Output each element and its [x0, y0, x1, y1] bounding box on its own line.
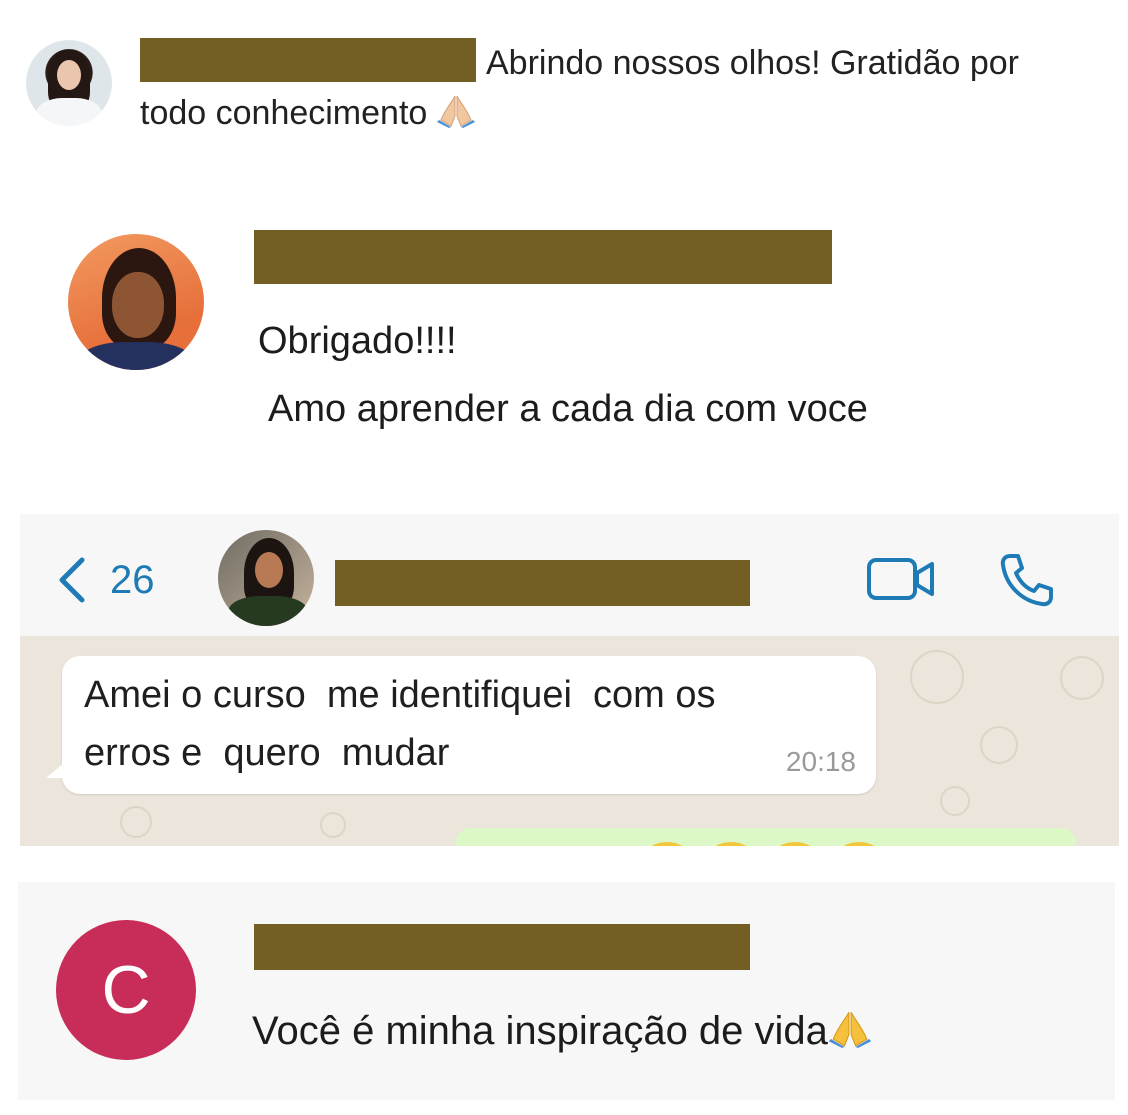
- chat-header: 26: [20, 514, 1119, 637]
- chat-area: Amei o curso me identifiquei com os erro…: [20, 636, 1119, 846]
- pray-icon: [436, 95, 475, 128]
- unread-count[interactable]: 26: [110, 554, 155, 606]
- avatar-face: [255, 552, 283, 588]
- pray-icon: [828, 1011, 872, 1048]
- message-bubble[interactable]: Amei o curso me identifiquei com os erro…: [62, 656, 876, 794]
- avatar-coat: [36, 98, 102, 126]
- avatar-shirt: [78, 342, 194, 370]
- wallpaper-doodle: [940, 786, 970, 816]
- avatar-face: [112, 272, 164, 338]
- wallpaper-doodle: [910, 650, 964, 704]
- outgoing-message-bubble[interactable]: [456, 828, 1076, 846]
- whatsapp-chat-screenshot: 26 Amei o curso me identifiquei com os e…: [20, 514, 1119, 846]
- phone-icon[interactable]: [996, 550, 1056, 610]
- redacted-username: [140, 38, 476, 82]
- wallpaper-doodle: [1060, 656, 1104, 700]
- redacted-contact-name[interactable]: [335, 560, 750, 606]
- avatar[interactable]: [68, 234, 204, 370]
- comment-line-1: Obrigado!!!!: [258, 320, 457, 362]
- redacted-username: [254, 230, 832, 284]
- message-text: Amei o curso me identifiquei com os erro…: [84, 674, 716, 774]
- back-chevron-icon[interactable]: [52, 554, 94, 606]
- comment-line-2: Amo aprender a cada dia com voce: [268, 388, 868, 430]
- avatar-face: [57, 60, 81, 90]
- redacted-username: [254, 924, 750, 970]
- comment-text-content: Você é minha inspiração de vida: [252, 1009, 828, 1053]
- comment-text: Abrindo nossos olhos! Gratidão por todo …: [140, 38, 1115, 138]
- message-bubble-tail: [46, 756, 72, 778]
- letter-avatar[interactable]: C: [56, 920, 196, 1060]
- wallpaper-doodle: [980, 726, 1018, 764]
- video-call-icon[interactable]: [866, 556, 936, 602]
- avatar-body: [228, 596, 308, 626]
- comment-text-part1: Abrindo nossos olhos! Gratidão por: [486, 44, 1019, 82]
- comment-text-part2: todo conhecimento: [140, 94, 428, 132]
- comment-text: Você é minha inspiração de vida: [252, 1006, 872, 1056]
- wallpaper-doodle: [320, 812, 346, 838]
- comment-card: C Você é minha inspiração de vida: [18, 882, 1115, 1100]
- contact-avatar[interactable]: [218, 530, 314, 626]
- message-time: 20:18: [785, 746, 856, 777]
- wallpaper-doodle: [120, 806, 152, 838]
- avatar[interactable]: [26, 40, 112, 126]
